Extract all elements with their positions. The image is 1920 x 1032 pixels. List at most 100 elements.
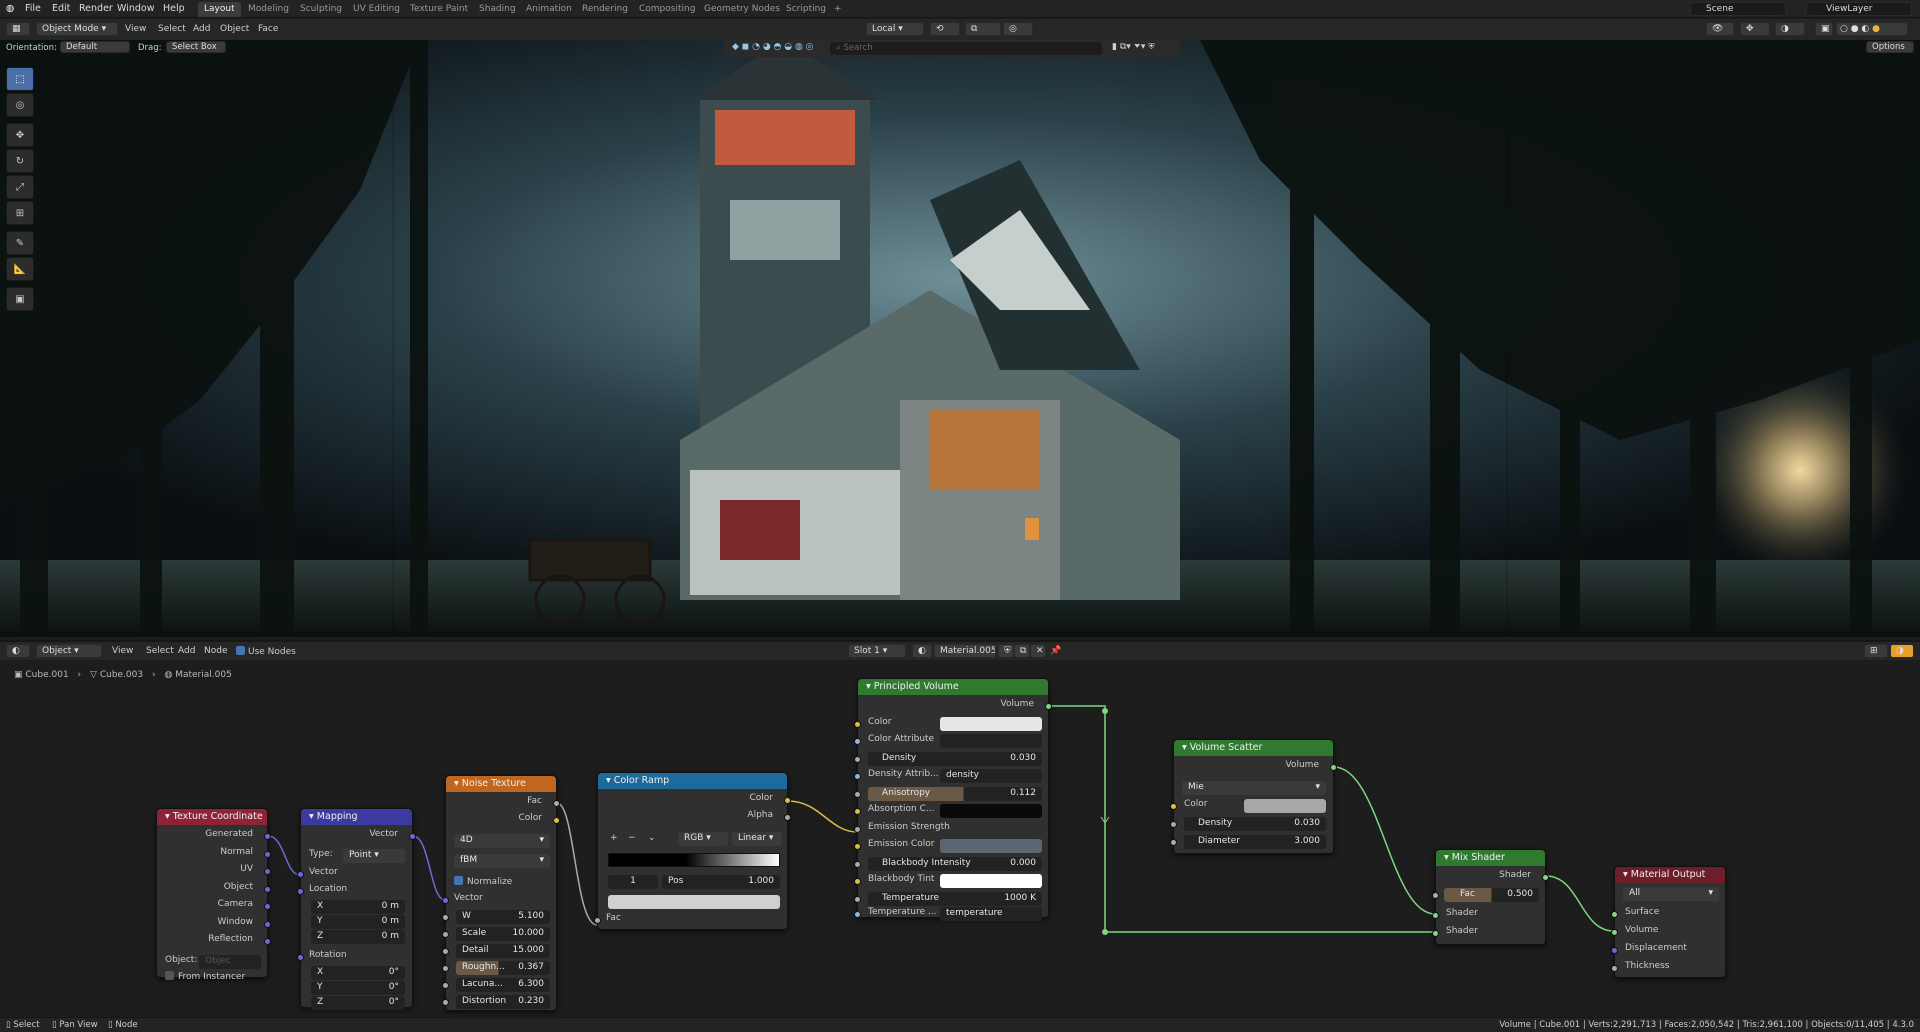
socket-icon[interactable] [442, 931, 449, 938]
temperature-field[interactable]: Temperature 1000 K [868, 892, 1042, 906]
snap-icon[interactable]: ⧉ [965, 22, 1001, 36]
node-menu-view[interactable]: View [112, 646, 133, 656]
socket-icon[interactable] [264, 938, 271, 945]
node-canvas[interactable]: ▣ Cube.001 › ▽ Cube.003 › ◍ Material.005… [0, 660, 1920, 1017]
socket-icon[interactable] [1611, 911, 1618, 918]
menu-edit[interactable]: Edit [52, 3, 70, 14]
socket-icon[interactable] [854, 756, 861, 763]
socket-icon[interactable] [854, 826, 861, 833]
noise-type-dropdown[interactable]: fBM ▾ [454, 854, 550, 868]
viewport-menu-face[interactable]: Face [258, 24, 278, 34]
rot-z-field[interactable]: Z 0° [311, 996, 405, 1010]
socket-icon[interactable] [1330, 764, 1337, 771]
noise-texture-node[interactable]: ▾ Noise Texture Fac Color 4D ▾ fBM ▾ Norma… [442, 775, 560, 1011]
node-editor-type-icon[interactable]: ◐ [6, 644, 30, 658]
socket-icon[interactable] [1432, 892, 1439, 899]
color-ramp-node[interactable]: ▾ Color Ramp Color Alpha + − ⌄ RGB ▾ Lin… [594, 772, 791, 930]
blender-logo-icon[interactable]: ◍ [6, 3, 14, 14]
socket-icon[interactable] [784, 797, 791, 804]
density-field[interactable]: Density 0.030 [868, 752, 1042, 766]
emission-swatch[interactable] [940, 839, 1042, 853]
viewport-menu-select[interactable]: Select [158, 24, 186, 34]
tab-rendering[interactable]: Rendering [576, 2, 634, 17]
dimensions-dropdown[interactable]: 4D ▾ [454, 834, 550, 848]
mix-shader-node[interactable]: ▾ Mix Shader Shader Fac 0.500 Shader Shad… [1432, 849, 1549, 945]
socket-icon[interactable] [1611, 929, 1618, 936]
socket-icon[interactable] [1170, 821, 1177, 828]
node-menu-add[interactable]: Add [178, 646, 195, 656]
socket-icon[interactable] [297, 888, 304, 895]
fake-user-icon[interactable]: ⛨ [998, 644, 1014, 658]
unlink-material-icon[interactable]: ✕ [1030, 644, 1046, 658]
socket-icon[interactable] [553, 817, 560, 824]
socket-icon[interactable] [264, 833, 271, 840]
scene-selector[interactable]: Scene [1690, 2, 1786, 16]
socket-icon[interactable] [1611, 965, 1618, 972]
lacunarity-field[interactable]: Lacuna... 6.300 [456, 978, 550, 992]
fac-field[interactable]: Fac 0.500 [1444, 888, 1539, 902]
transform-orientation[interactable]: Local ▾ [866, 22, 924, 36]
slot-dropdown[interactable]: Slot 1 ▾ [848, 644, 906, 658]
options-button[interactable]: Options [1866, 41, 1914, 53]
object-field[interactable]: Objec [199, 955, 261, 969]
xray-icon[interactable]: ▣ [1815, 22, 1833, 36]
socket-icon[interactable] [1045, 703, 1052, 710]
move-tool[interactable]: ✥ [6, 123, 34, 147]
drag-dropdown[interactable]: Select Box [166, 41, 226, 53]
socket-icon[interactable] [1432, 930, 1439, 937]
chevron-down-icon[interactable]: ⌄ [648, 833, 656, 843]
socket-icon[interactable] [854, 911, 861, 918]
blackbody-tint-swatch[interactable] [940, 874, 1042, 888]
tab-shading[interactable]: Shading [473, 2, 522, 17]
tab-texture-paint[interactable]: Texture Paint [404, 2, 474, 17]
volume-scatter-node[interactable]: ▾ Volume Scatter Volume Mie ▾ Color Densi… [1170, 739, 1337, 854]
tab-compositing[interactable]: Compositing [633, 2, 701, 17]
use-nodes-checkbox[interactable]: Use Nodes [236, 646, 296, 657]
from-instancer-checkbox[interactable] [165, 971, 174, 980]
absorption-swatch[interactable] [940, 804, 1042, 818]
socket-icon[interactable] [264, 903, 271, 910]
color-swatch[interactable] [1244, 799, 1326, 813]
mapping-node[interactable]: ▾ Mapping Vector Type: Point ▾ Vector Loc… [297, 808, 416, 1010]
socket-icon[interactable] [854, 861, 861, 868]
tab-sculpting[interactable]: Sculpting [294, 2, 348, 17]
measure-tool[interactable]: 📐 [6, 257, 34, 281]
socket-icon[interactable] [854, 896, 861, 903]
shader-type-dropdown[interactable]: Object ▾ [36, 644, 102, 658]
material-browse-icon[interactable]: ◐ [912, 644, 932, 658]
menu-file[interactable]: File [25, 3, 41, 14]
socket-icon[interactable] [264, 868, 271, 875]
view-layer-selector[interactable]: ViewLayer [1806, 2, 1912, 16]
node-menu-select[interactable]: Select [146, 646, 174, 656]
socket-icon[interactable] [264, 851, 271, 858]
stop-index-field[interactable]: 1 [608, 875, 658, 889]
loc-x-field[interactable]: X 0 m [311, 900, 405, 914]
socket-icon[interactable] [442, 999, 449, 1006]
viewport-menu-view[interactable]: View [125, 24, 146, 34]
add-workspace-icon[interactable]: + [828, 2, 848, 17]
socket-icon[interactable] [854, 878, 861, 885]
material-name-field[interactable]: Material.005 [934, 644, 996, 658]
visibility-icon[interactable]: 👁 [1706, 22, 1734, 36]
socket-icon[interactable] [854, 808, 861, 815]
3d-viewport[interactable]: ⬚ ◎ ✥ ↻ ⤢ ⊞ ✎ 📐 ▣ ◆ ◼ ◔ ◕ ◓ ◒ ◍ ◎ ⌕ Sear… [0, 40, 1920, 637]
socket-icon[interactable] [264, 886, 271, 893]
stop-pos-field[interactable]: Pos 1.000 [662, 875, 780, 889]
socket-icon[interactable] [264, 921, 271, 928]
type-dropdown[interactable]: Point ▾ [343, 849, 405, 863]
rot-y-field[interactable]: Y 0° [311, 981, 405, 995]
socket-icon[interactable] [442, 914, 449, 921]
socket-icon[interactable] [297, 871, 304, 878]
socket-icon[interactable] [442, 948, 449, 955]
color-attribute-field[interactable] [940, 734, 1042, 748]
color-swatch[interactable] [940, 717, 1042, 731]
socket-icon[interactable] [1542, 874, 1549, 881]
menu-window[interactable]: Window [117, 3, 154, 14]
node-menu-node[interactable]: Node [204, 646, 228, 656]
tab-animation[interactable]: Animation [520, 2, 578, 17]
pivot-icon[interactable]: ⟲ [930, 22, 960, 36]
tab-uv-editing[interactable]: UV Editing [347, 2, 406, 17]
socket-icon[interactable] [854, 721, 861, 728]
scale-field[interactable]: Scale 10.000 [456, 927, 550, 941]
socket-icon[interactable] [553, 800, 560, 807]
